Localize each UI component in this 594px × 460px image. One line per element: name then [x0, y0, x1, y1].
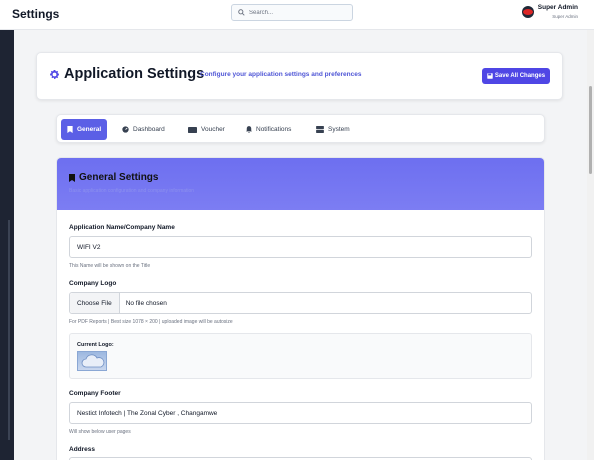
company-footer-hint: Will show below user pages: [69, 429, 131, 435]
company-footer-input[interactable]: [69, 402, 532, 424]
save-icon: [487, 73, 493, 79]
save-all-changes-label: Save All Changes: [494, 73, 546, 79]
user-name: Super Admin: [537, 4, 578, 11]
tab-system[interactable]: System: [316, 119, 350, 140]
avatar[interactable]: [521, 6, 534, 18]
address-label: Address: [69, 446, 96, 453]
search-input[interactable]: [249, 9, 349, 16]
app-name-input[interactable]: [69, 236, 532, 258]
general-settings-title: General Settings: [79, 172, 159, 183]
dashboard-icon: [122, 126, 129, 133]
save-all-changes-button[interactable]: Save All Changes: [482, 68, 550, 84]
settings-tabs: General Dashboard Voucher Notifications …: [56, 114, 545, 143]
company-logo-label: Company Logo: [69, 280, 117, 287]
search-box[interactable]: [231, 4, 353, 21]
search-icon: [238, 9, 245, 16]
tab-general-label: General: [77, 126, 102, 133]
tab-notifications[interactable]: Notifications: [246, 119, 291, 140]
tab-general[interactable]: General: [61, 119, 108, 140]
bookmark-icon: [69, 173, 75, 182]
tab-voucher-label: Voucher: [201, 126, 225, 133]
tab-dashboard-label: Dashboard: [133, 126, 165, 133]
tab-voucher[interactable]: Voucher: [188, 119, 225, 140]
company-logo-file-input[interactable]: Choose File No file chosen: [69, 292, 532, 314]
scrollbar-thumb[interactable]: [589, 86, 592, 174]
current-logo-label: Current Logo:: [77, 342, 114, 348]
general-settings-subtitle: Basic application configuration and comp…: [69, 188, 195, 194]
server-icon: [316, 126, 324, 133]
file-status: No file chosen: [125, 299, 167, 307]
bookmark-icon: [67, 126, 73, 133]
user-role: Super Admin: [552, 14, 578, 19]
gear-icon: [50, 69, 59, 79]
cloud-icon: [81, 354, 105, 368]
logo-hint: For PDF Reports | Best size 1078 × 200 |…: [69, 319, 233, 325]
tab-notifications-label: Notifications: [256, 126, 292, 133]
app-name-label: Application Name/Company Name: [69, 224, 175, 231]
tab-system-label: System: [328, 126, 350, 133]
left-sidebar-edge: [0, 30, 14, 460]
user-menu[interactable]: Super Admin Super Admin: [521, 4, 578, 19]
app-name-hint: This Name will be shown on the Title: [69, 263, 151, 269]
page-scrollbar[interactable]: [587, 30, 594, 460]
current-logo-panel: Current Logo:: [69, 333, 532, 379]
choose-file-button[interactable]: Choose File: [70, 293, 120, 313]
current-logo-image: [77, 351, 107, 371]
top-navbar: Settings Super Admin Super Admin: [0, 0, 594, 30]
company-footer-label: Company Footer: [69, 390, 121, 397]
bell-icon: [246, 126, 252, 133]
general-settings-header: General Settings Basic application confi…: [57, 158, 544, 210]
ticket-icon: [188, 126, 197, 133]
page-title: Settings: [12, 7, 60, 21]
general-settings-card: General Settings Basic application confi…: [56, 157, 545, 460]
app-settings-title: Application Settings: [64, 66, 205, 82]
sidebar-divider: [8, 220, 10, 440]
app-settings-subtitle: Configure your application settings and …: [200, 71, 362, 78]
tab-dashboard[interactable]: Dashboard: [122, 119, 165, 140]
settings-header-card: Application Settings Configure your appl…: [36, 52, 563, 100]
